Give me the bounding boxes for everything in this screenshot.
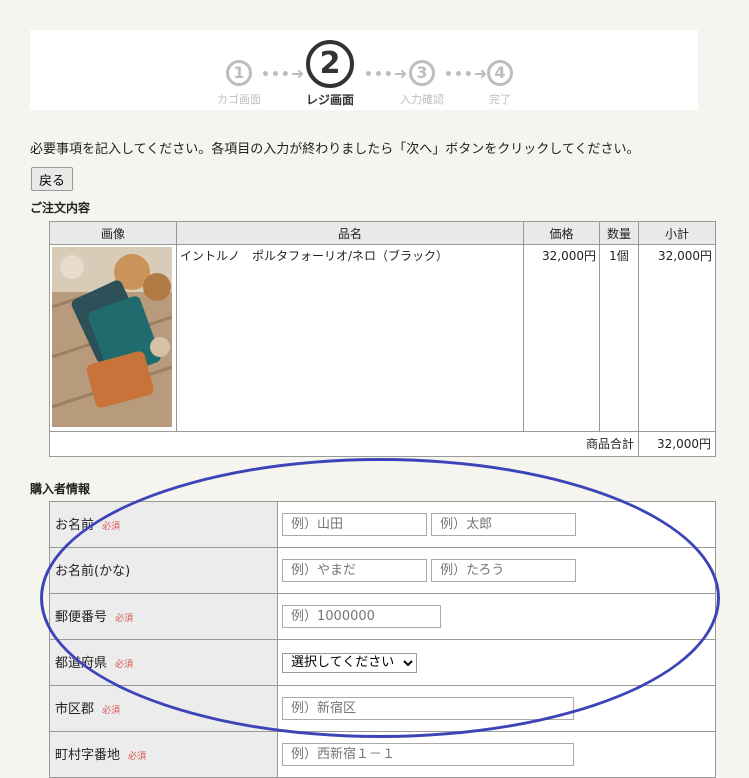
zip-label-cell: 郵便番号 必須: [49, 593, 278, 640]
town-label: 町村字番地: [55, 748, 121, 763]
product-name: イントルノ ポルタフォーリオ/ネロ（ブラック）: [176, 244, 524, 432]
buyer-form: お名前必須 お名前(かな) 郵便番号必須 都道府県必須 選択してください: [49, 501, 716, 778]
first-name-input[interactable]: [431, 513, 577, 536]
first-name-kana-input[interactable]: [431, 559, 577, 582]
form-row-pref: 都道府県 必須 選択してください: [49, 639, 716, 686]
name-label: お名前: [55, 518, 95, 533]
last-name-input[interactable]: [282, 513, 427, 536]
kana-input-cell: [277, 547, 716, 594]
required-badge: 必須: [128, 752, 147, 762]
step-3-label: 入力確認: [400, 93, 444, 106]
zip-input[interactable]: [282, 605, 441, 628]
form-row-town: 町村字番地 必須: [49, 731, 716, 778]
col-price: 価格: [523, 221, 600, 245]
col-name: 品名: [176, 221, 524, 245]
prefecture-select[interactable]: 選択してください: [282, 652, 417, 673]
town-label-cell: 町村字番地 必須: [49, 731, 278, 778]
step-1-circle: 1: [226, 60, 252, 86]
total-value: 32,000円: [638, 431, 716, 457]
buyer-section-title: 購入者情報: [30, 482, 91, 496]
name-label-cell: お名前 必須: [49, 501, 278, 548]
col-subtotal: 小計: [638, 221, 716, 245]
order-header-row: 画像 品名 価格 数量 小計: [49, 221, 716, 245]
order-section-title: ご注文内容: [30, 201, 91, 215]
col-qty: 数量: [599, 221, 639, 245]
order-table: 画像 品名 価格 数量 小計 イントルノ ポルタフォーリオ/ネロ（ブラック） 3…: [49, 221, 716, 457]
product-subtotal: 32,000円: [638, 244, 716, 432]
form-row-city: 市区郡 必須: [49, 685, 716, 732]
step-register: 2 レジ画面: [306, 30, 354, 110]
product-qty: 1個: [599, 244, 639, 432]
required-badge: 必須: [102, 522, 121, 532]
zip-input-cell: [277, 593, 716, 640]
total-row: 商品合計 32,000円: [49, 431, 716, 457]
back-button[interactable]: 戻る: [31, 167, 74, 191]
last-name-kana-input[interactable]: [282, 559, 427, 582]
kana-label: お名前(かな): [55, 564, 131, 579]
step-2-circle: 2: [306, 40, 354, 88]
form-row-kana: お名前(かな): [49, 547, 716, 594]
checkout-steps: 1 カゴ画面 •••➜ 2 レジ画面 •••➜ 3 入力確認 •••➜ 4 完了: [30, 30, 698, 110]
intro-text: 必要事項を記入してください。各項目の入力が終わりましたら「次へ」ボタンをクリック…: [30, 142, 640, 157]
total-label: 商品合計: [49, 431, 639, 457]
step-cart: 1 カゴ画面: [217, 30, 261, 110]
col-image: 画像: [49, 221, 177, 245]
step-4-circle: 4: [487, 60, 513, 86]
pref-input-cell: 選択してください: [277, 639, 716, 686]
kana-label-cell: お名前(かな): [49, 547, 278, 594]
step-2-label: レジ画面: [305, 93, 355, 107]
required-badge: 必須: [115, 660, 134, 670]
step-arrow-1: •••➜: [261, 64, 306, 83]
product-image-cell: [49, 244, 177, 432]
form-row-name: お名前 必須: [49, 501, 716, 548]
zip-label: 郵便番号: [55, 610, 108, 625]
required-badge: 必須: [102, 706, 121, 716]
step-1-label: カゴ画面: [217, 93, 261, 106]
name-input-cell: [277, 501, 716, 548]
pref-label-cell: 都道府県 必須: [49, 639, 278, 686]
city-label-cell: 市区郡 必須: [49, 685, 278, 732]
form-row-zip: 郵便番号 必須: [49, 593, 716, 640]
town-input[interactable]: [282, 743, 574, 766]
town-input-cell: [277, 731, 716, 778]
product-price: 32,000円: [523, 244, 600, 432]
product-photo: [52, 247, 172, 427]
pref-label: 都道府県: [55, 656, 108, 671]
city-input-cell: [277, 685, 716, 732]
step-3-circle: 3: [409, 60, 435, 86]
city-input[interactable]: [282, 697, 574, 720]
required-badge: 必須: [115, 614, 134, 624]
city-label: 市区郡: [55, 702, 95, 717]
step-confirm: 3 入力確認: [400, 30, 444, 110]
step-4-label: 完了: [489, 93, 511, 106]
table-row: イントルノ ポルタフォーリオ/ネロ（ブラック） 32,000円 1個 32,00…: [49, 244, 716, 432]
step-complete: 4 完了: [480, 30, 520, 110]
